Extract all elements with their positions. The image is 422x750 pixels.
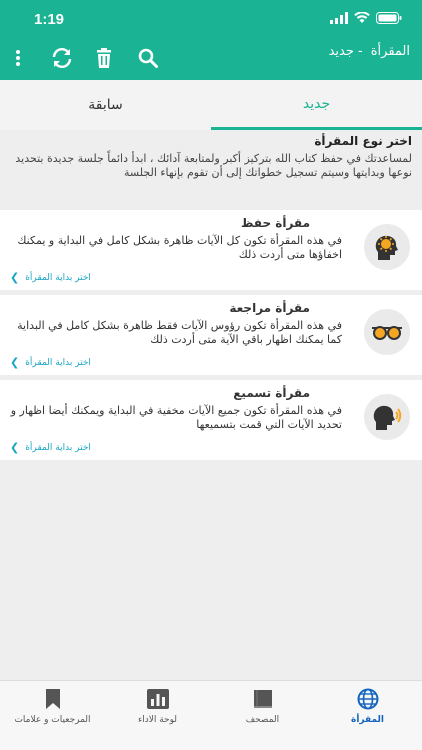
sync-button[interactable] xyxy=(48,44,76,72)
intro-section: اختر نوع المقرأة لمساعدتك في حفظ كتاب ال… xyxy=(0,130,422,202)
nav-item-mushaf[interactable]: المصحف xyxy=(210,681,315,750)
status-bar: 1:19 xyxy=(0,0,422,36)
choose-start-label: اختر بداية المقرأة xyxy=(25,272,91,283)
chevron-left-icon: ❮ xyxy=(10,271,20,284)
search-button[interactable] xyxy=(134,44,162,72)
card-avatar xyxy=(364,394,410,440)
more-options-button[interactable] xyxy=(4,44,32,72)
page-subtitle: - جديد xyxy=(328,44,363,59)
card-avatar xyxy=(364,309,410,355)
delete-button[interactable] xyxy=(90,44,118,72)
sync-icon xyxy=(52,48,72,68)
choose-start-label: اختر بداية المقرأة xyxy=(25,357,91,368)
book-icon xyxy=(251,687,275,711)
toolbar: المقرأة - جديد xyxy=(0,36,422,80)
wifi-icon xyxy=(354,12,370,23)
tab-previous[interactable]: سابقة xyxy=(0,80,211,130)
card-title: مقرأة مراجعة xyxy=(229,301,310,315)
choose-start-link[interactable]: ❮ اختر بداية المقرأة xyxy=(10,356,91,369)
bar-chart-icon xyxy=(146,687,170,711)
card-description: في هذه المقرأة تكون جميع الآيات مخفية في… xyxy=(10,404,342,431)
chevron-left-icon: ❮ xyxy=(10,441,20,454)
choose-start-link[interactable]: ❮ اختر بداية المقرأة xyxy=(10,271,91,284)
choose-start-label: اختر بداية المقرأة xyxy=(25,442,91,453)
app-title: المقرأة xyxy=(370,44,410,59)
bottom-nav: المرجعيات و علامات لوحة الاداء المصحف ال… xyxy=(0,680,422,750)
app-header: 1:19 المقرأة - جديد xyxy=(0,0,422,80)
status-icons xyxy=(330,12,402,24)
battery-icon xyxy=(376,12,402,24)
tab-new[interactable]: جديد xyxy=(211,80,422,130)
brain-icon xyxy=(375,235,398,260)
nav-item-dashboard[interactable]: لوحة الاداء xyxy=(105,681,210,750)
card-avatar xyxy=(364,224,410,270)
status-time: 1:19 xyxy=(34,11,65,28)
speaking-head-icon xyxy=(373,405,402,430)
review-session-card[interactable]: مقرأة مراجعة في هذه المقرأة تكون رؤوس ال… xyxy=(0,295,422,375)
nav-label: لوحة الاداء xyxy=(137,715,177,725)
choose-start-link[interactable]: ❮ اختر بداية المقرأة xyxy=(10,441,91,454)
card-description: في هذه المقرأة تكون كل الآيات ظاهرة بشكل… xyxy=(17,234,342,261)
nav-label: المقرأة xyxy=(351,715,384,725)
search-icon xyxy=(138,48,158,68)
page-title: المقرأة - جديد xyxy=(329,44,410,59)
intro-title: اختر نوع المقرأة xyxy=(314,134,412,148)
recite-session-card[interactable]: مقرأة تسميع في هذه المقرأة تكون جميع الآ… xyxy=(0,380,422,460)
nav-label: المصحف xyxy=(245,715,280,725)
chevron-left-icon: ❮ xyxy=(10,356,20,369)
bookmark-icon xyxy=(41,687,65,711)
tab-bar: جديد سابقة xyxy=(0,80,422,130)
nav-label: المرجعيات و علامات xyxy=(14,715,91,725)
globe-grid-icon xyxy=(356,687,380,711)
nav-item-maqraa[interactable]: المقرأة xyxy=(315,681,420,750)
card-description: في هذه المقرأة تكون رؤوس الآيات فقط ظاهر… xyxy=(17,319,342,346)
memorize-session-card[interactable]: مقرأة حفظ في هذه المقرأة تكون كل الآيات … xyxy=(0,210,422,290)
vertical-dots-icon xyxy=(16,50,20,66)
intro-body: لمساعدتك في حفظ كتاب الله بتركيز أكبر ول… xyxy=(15,152,412,179)
signal-icon xyxy=(330,12,348,24)
glasses-icon xyxy=(372,326,402,340)
nav-item-bookmarks[interactable]: المرجعيات و علامات xyxy=(0,681,105,750)
trash-icon xyxy=(97,48,111,68)
card-title: مقرأة تسميع xyxy=(233,386,310,400)
card-title: مقرأة حفظ xyxy=(240,216,310,230)
